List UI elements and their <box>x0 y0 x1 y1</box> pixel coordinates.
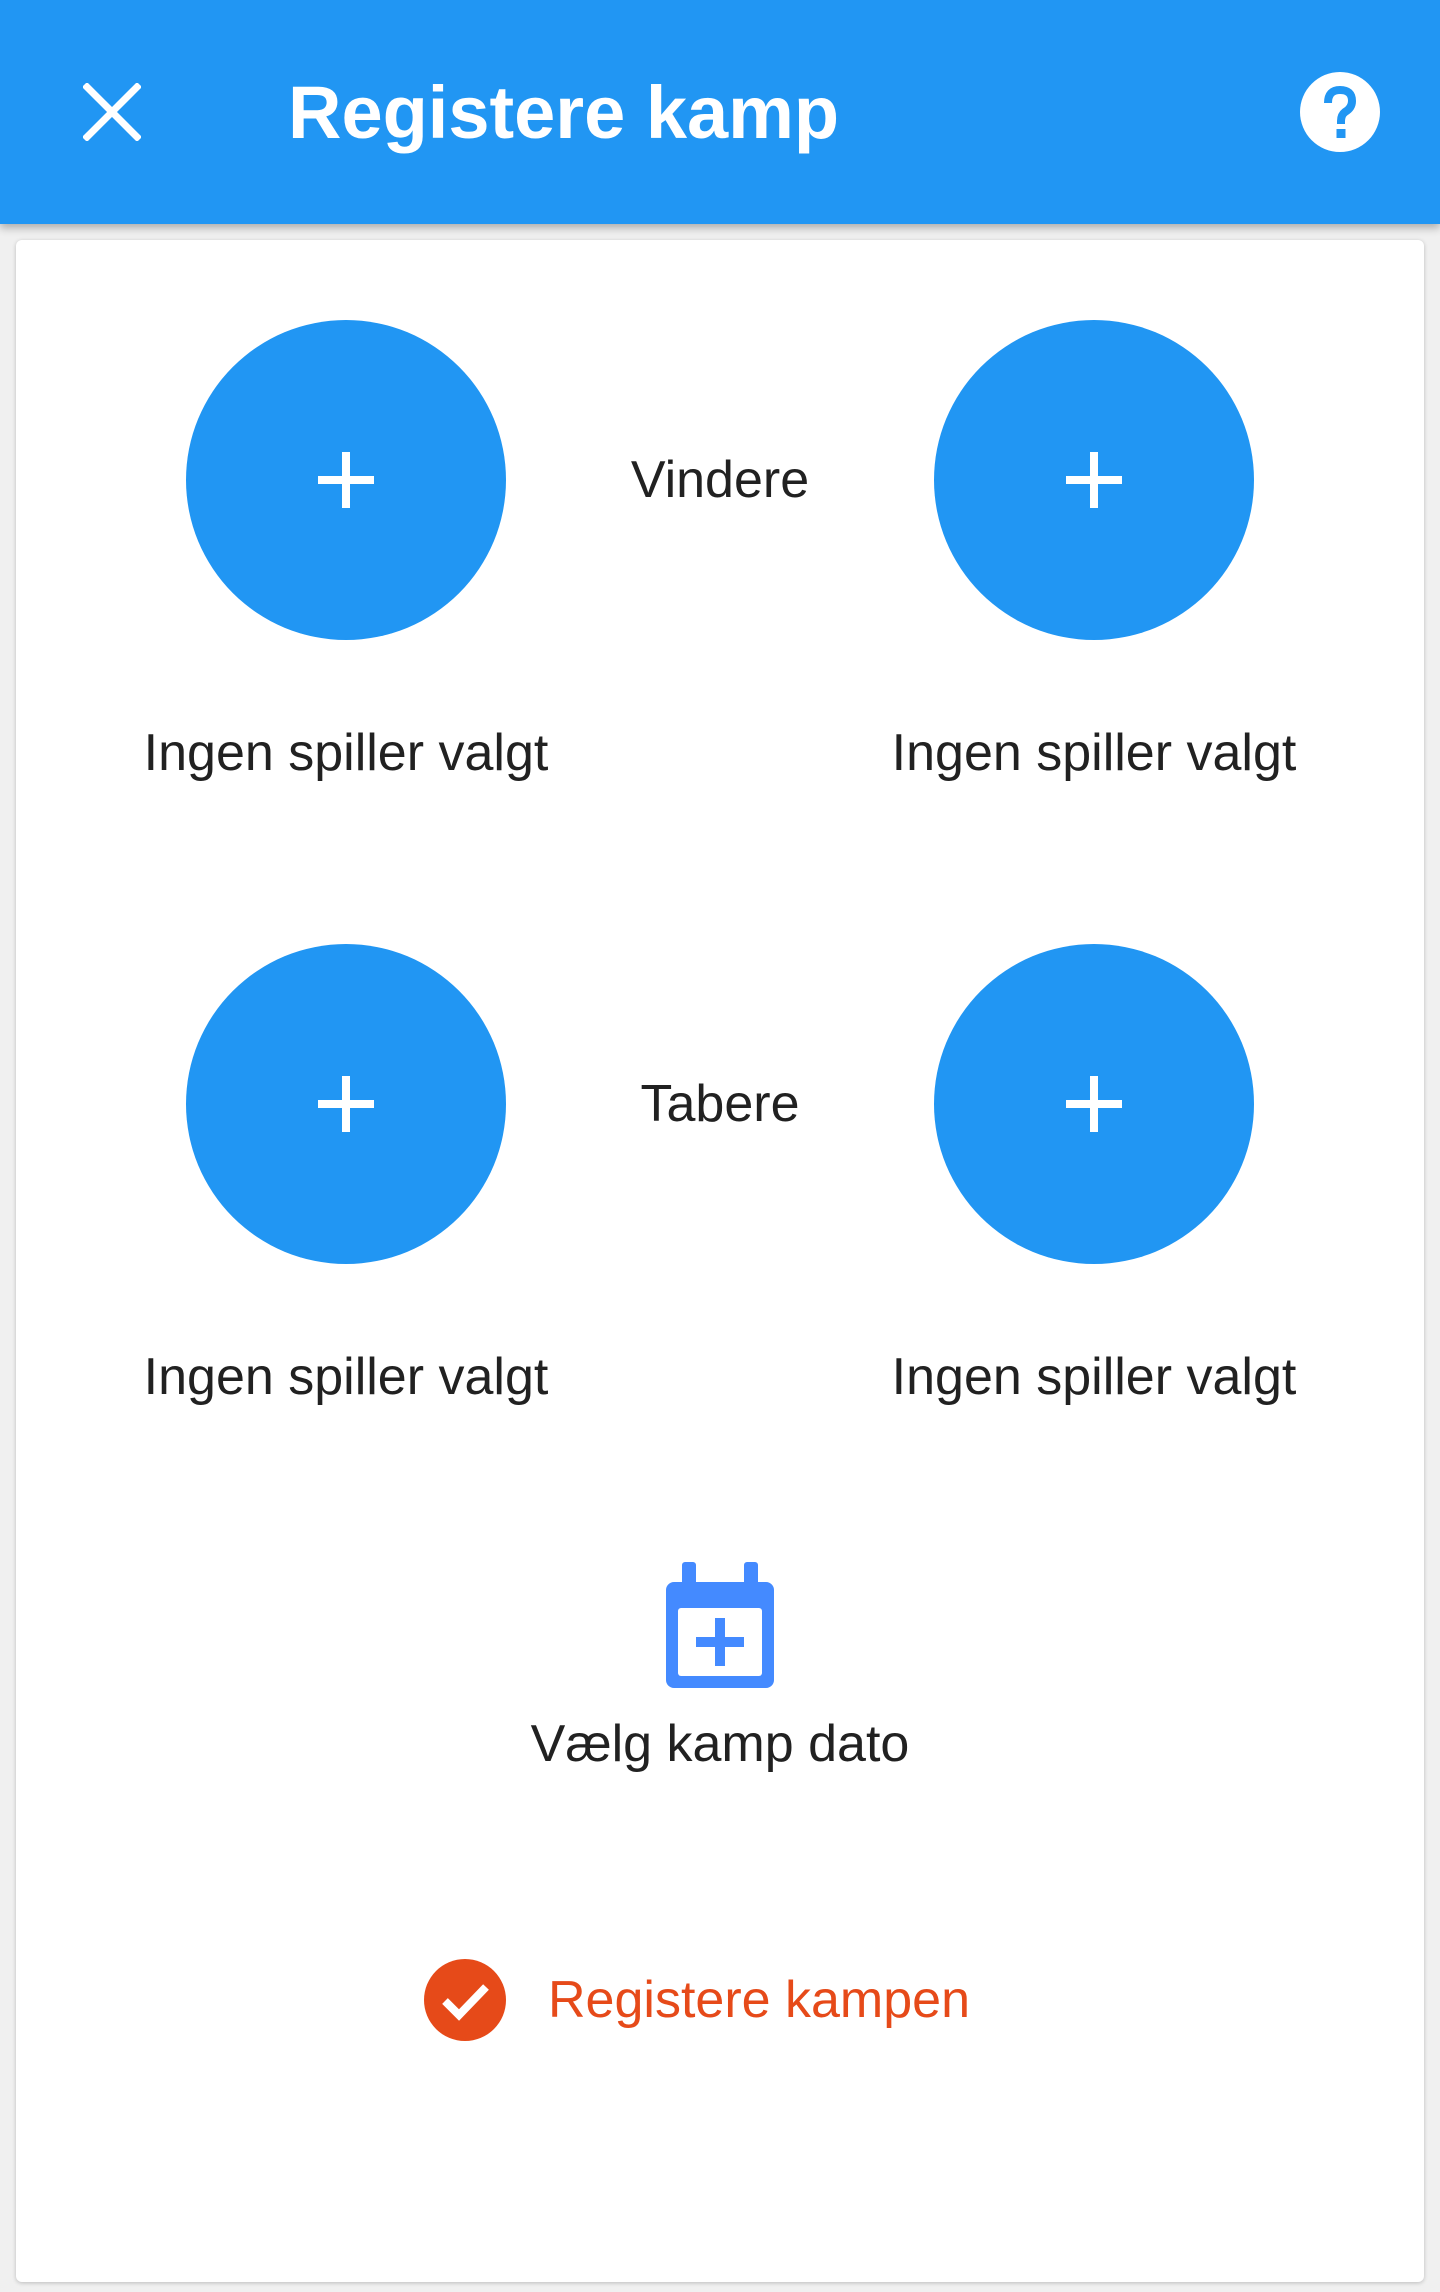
add-winner-2-button[interactable] <box>934 320 1254 640</box>
calendar-plus-icon <box>666 1562 774 1688</box>
check-circle-icon <box>424 1959 506 2041</box>
help-button[interactable] <box>1300 72 1380 152</box>
winners-label: Vindere <box>630 451 810 509</box>
close-icon <box>83 83 141 141</box>
close-button[interactable] <box>60 60 164 164</box>
plus-icon <box>318 452 374 508</box>
date-picker-button[interactable]: Vælg kamp dato <box>470 1550 970 1800</box>
add-loser-2-button[interactable] <box>934 944 1254 1264</box>
losers-label: Tabere <box>640 1075 800 1133</box>
loser-1-status: Ingen spiller valgt <box>143 1348 549 1406</box>
add-winner-1-button[interactable] <box>186 320 506 640</box>
add-loser-1-button[interactable] <box>186 944 506 1264</box>
register-match-label: Registere kampen <box>548 1971 970 2029</box>
plus-icon <box>1066 452 1122 508</box>
winner-1-status: Ingen spiller valgt <box>143 724 549 782</box>
plus-icon <box>318 1076 374 1132</box>
page-title: Registere kamp <box>288 70 840 154</box>
help-circle-icon <box>1300 72 1380 152</box>
winner-2-status: Ingen spiller valgt <box>891 724 1297 782</box>
app-bar: Registere kamp <box>0 0 1440 224</box>
date-picker-label: Vælg kamp dato <box>530 1715 910 1773</box>
register-match-button[interactable]: Registere kampen <box>420 1950 1020 2050</box>
loser-2-status: Ingen spiller valgt <box>891 1348 1297 1406</box>
plus-icon <box>1066 1076 1122 1132</box>
